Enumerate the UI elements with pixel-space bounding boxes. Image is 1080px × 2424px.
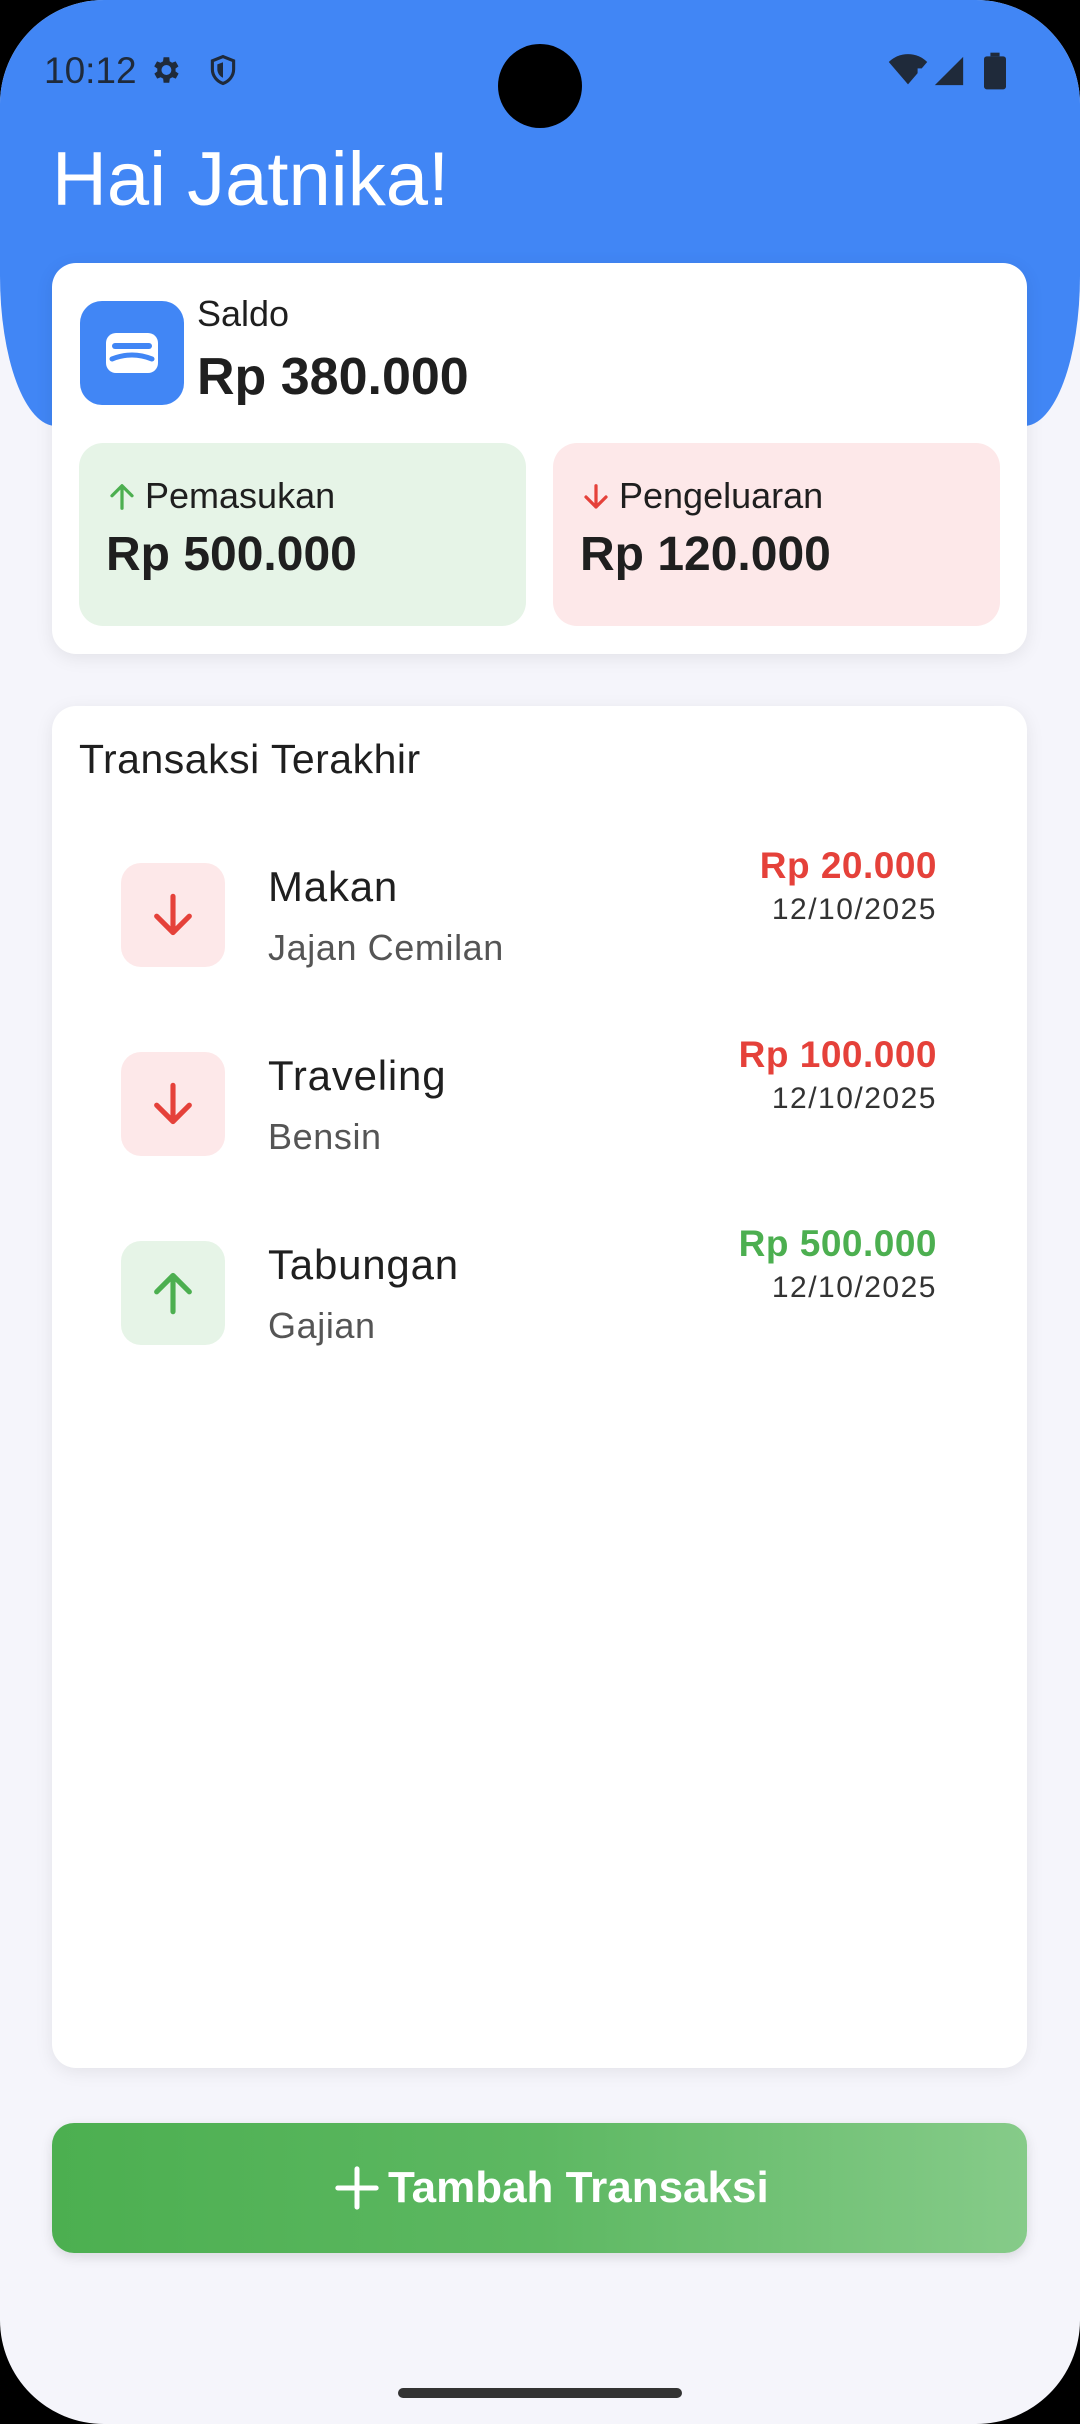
expense-label: Pengeluaran bbox=[619, 475, 824, 516]
transaction-category: Makan bbox=[268, 863, 399, 910]
add-transaction-button[interactable]: Tambah Transaksi bbox=[52, 2123, 1027, 2253]
transaction-row[interactable]: Makan Jajan Cemilan Rp 20.000 12/10/2025 bbox=[52, 845, 1027, 1003]
wallet-icon bbox=[80, 301, 184, 405]
home-indicator[interactable] bbox=[398, 2388, 682, 2398]
transaction-category: Traveling bbox=[268, 1052, 447, 1099]
add-transaction-label: Tambah Transaksi bbox=[388, 2163, 769, 2212]
income-label: Pemasukan bbox=[145, 475, 336, 516]
arrow-down-icon bbox=[121, 1052, 225, 1156]
shield-icon bbox=[210, 54, 236, 86]
transactions-title: Transaksi Terakhir bbox=[79, 736, 421, 782]
settings-icon bbox=[154, 57, 179, 83]
arrow-down-icon bbox=[584, 484, 608, 509]
balance-value: Rp 380.000 bbox=[197, 348, 469, 406]
transaction-note: Jajan Cemilan bbox=[268, 927, 504, 968]
income-value: Rp 500.000 bbox=[106, 528, 357, 581]
arrow-up-icon bbox=[121, 1241, 225, 1345]
transaction-row[interactable]: Tabungan Gajian Rp 500.000 12/10/2025 bbox=[52, 1223, 1027, 1381]
transaction-amount: Rp 500.000 bbox=[738, 1223, 937, 1264]
income-summary: Pemasukan Rp 500.000 bbox=[79, 443, 526, 626]
plus-icon bbox=[335, 2166, 379, 2210]
status-time: 10:12 bbox=[44, 50, 137, 91]
transaction-date: 12/10/2025 bbox=[771, 1271, 937, 1304]
arrow-up-icon bbox=[110, 484, 134, 510]
transaction-amount: Rp 100.000 bbox=[738, 1034, 937, 1075]
expense-value: Rp 120.000 bbox=[580, 528, 831, 581]
balance-label: Saldo bbox=[197, 293, 290, 334]
arrow-down-icon bbox=[121, 863, 225, 967]
transaction-note: Gajian bbox=[268, 1305, 376, 1346]
greeting-title: Hai Jatnika! bbox=[52, 137, 450, 222]
recent-transactions-card: Transaksi Terakhir Makan Jajan Cemilan R… bbox=[52, 706, 1027, 2068]
transaction-date: 12/10/2025 bbox=[771, 893, 937, 926]
expense-summary: Pengeluaran Rp 120.000 bbox=[553, 443, 1000, 626]
battery-icon bbox=[984, 52, 1006, 90]
camera-cutout bbox=[498, 44, 582, 128]
transaction-date: 12/10/2025 bbox=[771, 1082, 937, 1115]
signal-icon bbox=[934, 56, 964, 86]
app-screen: 10:12 Hai Jatnika! Saldo Rp 380.000 Pema… bbox=[0, 0, 1080, 2424]
transaction-row[interactable]: Traveling Bensin Rp 100.000 12/10/2025 bbox=[52, 1034, 1027, 1192]
transaction-note: Bensin bbox=[268, 1116, 382, 1157]
balance-card: Saldo Rp 380.000 Pemasukan Rp 500.000 Pe… bbox=[52, 263, 1027, 654]
transaction-category: Tabungan bbox=[268, 1241, 459, 1288]
wifi-icon bbox=[888, 54, 928, 85]
transaction-amount: Rp 20.000 bbox=[759, 845, 937, 886]
